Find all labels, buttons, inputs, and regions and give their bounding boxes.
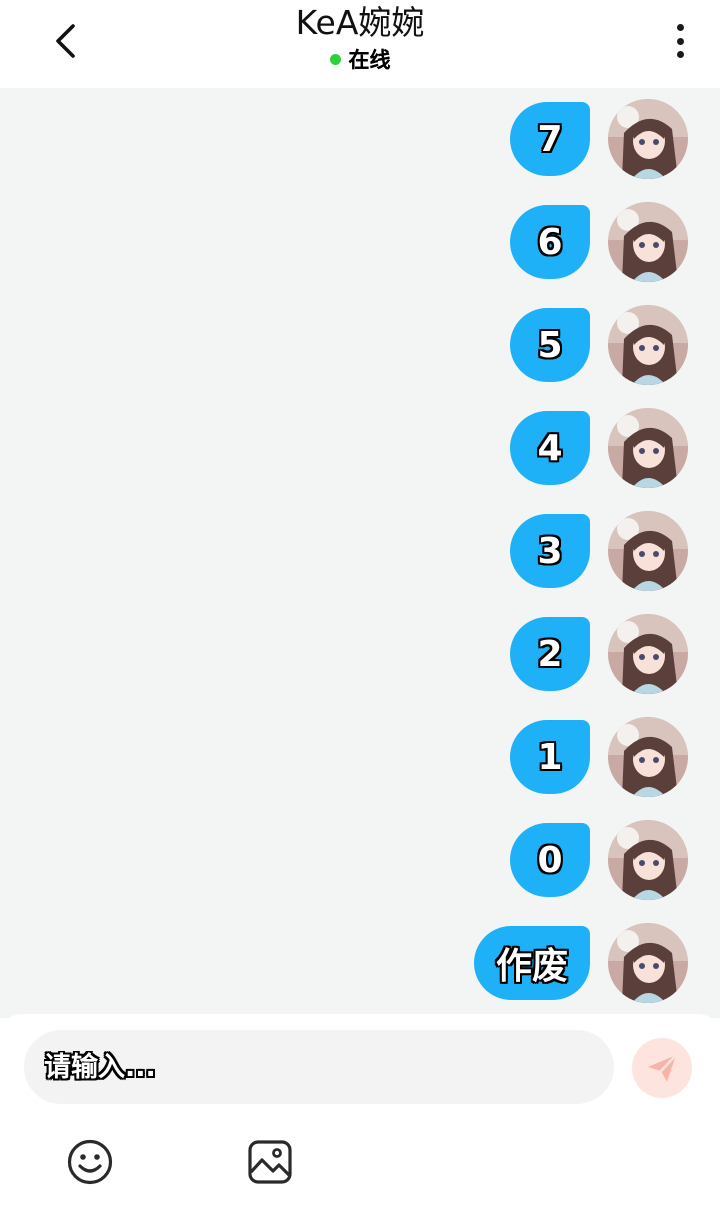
avatar-image bbox=[608, 717, 688, 797]
avatar-image bbox=[608, 305, 688, 385]
message-list[interactable]: 7 6 5 4 3 2 1 0 作废 bbox=[0, 88, 720, 1018]
message-bubble[interactable]: 5 bbox=[510, 308, 590, 382]
message-bubble[interactable]: 7 bbox=[510, 102, 590, 176]
avatar[interactable] bbox=[608, 717, 688, 797]
avatar[interactable] bbox=[608, 305, 688, 385]
more-options-button[interactable] bbox=[666, 18, 694, 64]
avatar-image bbox=[608, 923, 688, 1003]
message-bubble[interactable]: 1 bbox=[510, 720, 590, 794]
chat-title: KeA婉婉 bbox=[295, 3, 425, 42]
message-bubble[interactable]: 作废 bbox=[473, 926, 590, 1000]
message-composer bbox=[0, 1014, 720, 1222]
avatar-image bbox=[608, 408, 688, 488]
online-dot-icon bbox=[329, 53, 341, 65]
avatar-image bbox=[608, 614, 688, 694]
avatar[interactable] bbox=[608, 614, 688, 694]
message-row: 作废 bbox=[0, 923, 720, 1005]
message-row: 1 bbox=[0, 717, 720, 799]
emoji-button[interactable] bbox=[66, 1138, 114, 1186]
message-bubble[interactable]: 6 bbox=[510, 205, 590, 279]
avatar-image bbox=[608, 202, 688, 282]
avatar[interactable] bbox=[608, 99, 688, 179]
avatar[interactable] bbox=[608, 408, 688, 488]
message-row: 7 bbox=[0, 99, 720, 181]
image-button[interactable] bbox=[246, 1138, 294, 1186]
chat-header: KeA婉婉 在线 bbox=[0, 0, 720, 88]
avatar[interactable] bbox=[608, 820, 688, 900]
image-icon bbox=[248, 1140, 292, 1184]
message-bubble[interactable]: 4 bbox=[510, 411, 590, 485]
message-row: 4 bbox=[0, 408, 720, 490]
online-status-text: 在线 bbox=[348, 48, 391, 72]
message-row: 3 bbox=[0, 511, 720, 593]
more-vertical-icon-dot bbox=[676, 37, 684, 45]
message-input-box[interactable] bbox=[24, 1030, 614, 1104]
message-bubble[interactable]: 3 bbox=[510, 514, 590, 588]
send-icon bbox=[648, 1054, 677, 1082]
chat-title-block: KeA婉婉 在线 bbox=[200, 2, 520, 74]
more-vertical-icon-dot bbox=[676, 24, 684, 31]
message-bubble[interactable]: 2 bbox=[510, 617, 590, 691]
avatar-image bbox=[608, 511, 688, 591]
message-row: 6 bbox=[0, 202, 720, 284]
back-button[interactable] bbox=[40, 16, 90, 66]
avatar[interactable] bbox=[608, 923, 688, 1003]
message-row: 2 bbox=[0, 614, 720, 696]
avatar-image bbox=[608, 820, 688, 900]
message-row: 5 bbox=[0, 305, 720, 387]
message-input[interactable] bbox=[42, 1050, 614, 1084]
avatar[interactable] bbox=[608, 202, 688, 282]
emoji-icon bbox=[67, 1139, 113, 1185]
message-row: 0 bbox=[0, 820, 720, 902]
chevron-left-icon bbox=[56, 24, 75, 58]
message-bubble[interactable]: 0 bbox=[510, 823, 590, 897]
more-vertical-icon-dot bbox=[676, 51, 684, 58]
send-button[interactable] bbox=[632, 1038, 692, 1098]
avatar[interactable] bbox=[608, 511, 688, 591]
avatar-image bbox=[608, 99, 688, 179]
online-status: 在线 bbox=[200, 44, 520, 74]
